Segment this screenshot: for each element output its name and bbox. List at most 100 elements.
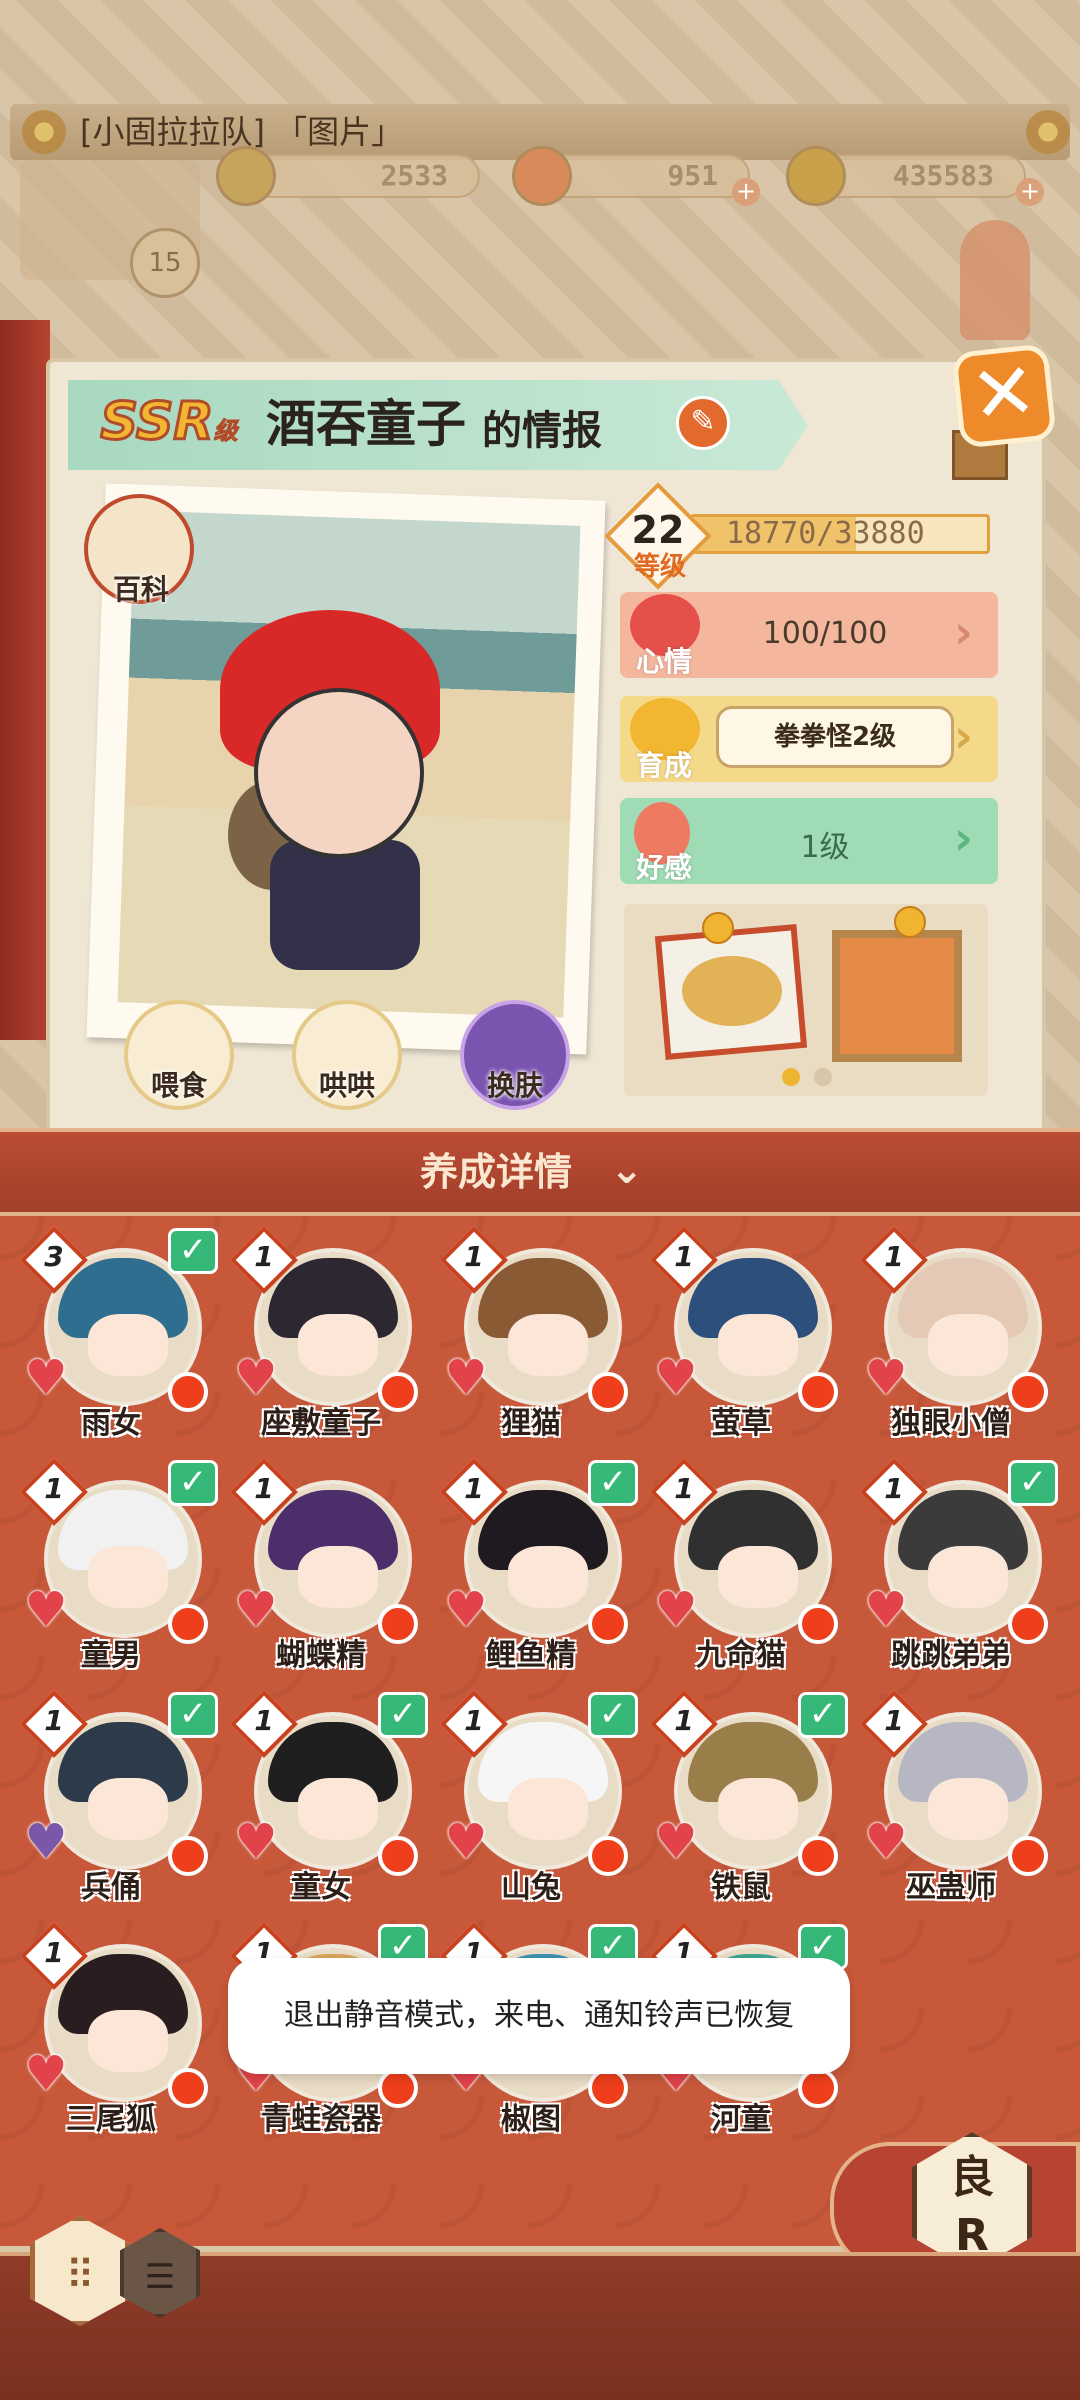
shikigami-card[interactable]: 1 ♥ 蝴蝶精 (226, 1458, 418, 1674)
heart-icon: ♥ (864, 1814, 908, 1870)
chevron-right-icon: › (954, 811, 973, 865)
shikigami-face (928, 1546, 1008, 1608)
shikigami-name: 铁鼠 (711, 1870, 771, 1905)
mood-row[interactable]: 心情 100/100 › (620, 592, 998, 678)
heart-icon: ♥ (24, 1814, 68, 1870)
chevron-down-icon[interactable]: ⌄ (610, 1140, 644, 1200)
shikigami-face (508, 1778, 588, 1840)
shikigami-name: 蝴蝶精 (276, 1638, 366, 1673)
shikigami-level: 1 (674, 1240, 694, 1273)
shikigami-name: 童女 (291, 1870, 351, 1905)
mystery-item-card[interactable] (832, 930, 962, 1062)
shikigami-face (718, 1778, 798, 1840)
add-stamina-button[interactable]: + (732, 178, 760, 206)
check-icon: ✓ (588, 1460, 638, 1506)
flower-icon (1026, 110, 1070, 154)
page-dot-active[interactable] (782, 1068, 800, 1086)
toast-message: 退出静音模式，来电、通知铃声已恢复 (228, 1958, 850, 2074)
shikigami-face (298, 1314, 378, 1376)
shikigami-card[interactable]: 1 ✓ ♥ 鲤鱼精 (436, 1458, 638, 1674)
character-name: 酒吞童子 (266, 395, 466, 453)
shikigami-name: 狸猫 (501, 1406, 561, 1441)
shikigami-name: 雨女 (81, 1406, 141, 1441)
mood-label: 心情 (635, 645, 692, 678)
nurture-label: 育成 (635, 749, 692, 782)
level-label: 等级 (633, 552, 686, 582)
close-button[interactable]: ✕ (951, 343, 1057, 449)
affection-row[interactable]: 好感 1级 › (620, 798, 998, 884)
character-name-suffix: 的情报 (482, 408, 602, 454)
shikigami-level: 1 (44, 1704, 64, 1737)
shikigami-level: 1 (884, 1240, 904, 1273)
shikigami-face (298, 1778, 378, 1840)
shikigami-card[interactable]: 1 ✓ ♥ 山兔 (436, 1690, 638, 1906)
resource-1-bar: 2533 (250, 154, 480, 198)
shikigami-level: 1 (674, 1704, 694, 1737)
shikigami-card[interactable]: 1 ♥ 巫蛊师 (856, 1690, 1048, 1906)
heart-icon: ♥ (864, 1582, 908, 1638)
edit-icon[interactable]: ✎ (676, 396, 730, 450)
shikigami-name: 童男 (81, 1638, 141, 1673)
jade-icon (216, 146, 276, 206)
page-dot[interactable] (814, 1068, 832, 1086)
add-coin-button[interactable]: + (1016, 178, 1044, 206)
player-level-badge: 15 (130, 228, 200, 298)
encyclopedia-label: 百科 (112, 573, 169, 606)
shikigami-face (88, 1546, 168, 1608)
heart-icon: ♥ (654, 1582, 698, 1638)
shikigami-card[interactable]: 3 ✓ ♥ 雨女 (16, 1226, 218, 1442)
shikigami-card[interactable]: 1 ✓ ♥ 跳跳弟弟 (856, 1458, 1058, 1674)
shikigami-name: 座敷童子 (261, 1406, 381, 1441)
check-icon: ✓ (378, 1692, 428, 1738)
shikigami-card[interactable]: 1 ♥ 独眼小僧 (856, 1226, 1048, 1442)
smile-icon (702, 912, 734, 944)
shikigami-face (88, 2010, 168, 2072)
check-icon: ✓ (1008, 1460, 1058, 1506)
heart-icon: ♥ (864, 1350, 908, 1406)
shikigami-card[interactable]: 1 ♥ 三尾狐 (16, 1922, 208, 2138)
check-icon: ✓ (168, 1460, 218, 1506)
heart-icon: ♥ (654, 1350, 698, 1406)
book-spine (0, 320, 50, 1040)
shikigami-face (88, 1314, 168, 1376)
stamina-icon (512, 146, 572, 206)
shikigami-name: 山兔 (501, 1870, 561, 1905)
flower-icon (22, 110, 66, 154)
shikigami-face (928, 1314, 1008, 1376)
shikigami-level: 1 (884, 1704, 904, 1737)
shikigami-card[interactable]: 1 ♥ 狸猫 (436, 1226, 628, 1442)
shikigami-face (718, 1546, 798, 1608)
heart-icon: ♥ (234, 1350, 278, 1406)
coin-icon (786, 146, 846, 206)
shikigami-face (718, 1314, 798, 1376)
shikigami-level: 1 (464, 1240, 484, 1273)
shikigami-face (508, 1314, 588, 1376)
heart-icon: ♥ (234, 1582, 278, 1638)
shikigami-name: 椒图 (501, 2102, 561, 2137)
rarity-badge: SSR级 (84, 374, 254, 470)
shikigami-name: 萤草 (711, 1406, 771, 1441)
smile-icon (894, 906, 926, 938)
heart-icon: ♥ (24, 1350, 68, 1406)
section-title: 养成详情 (420, 1150, 573, 1194)
shikigami-level: 1 (674, 1472, 694, 1505)
shikigami-card[interactable]: 1 ♥ 座敷童子 (226, 1226, 418, 1442)
shikigami-card[interactable]: 1 ✓ ♥ 铁鼠 (646, 1690, 848, 1906)
heart-icon: ♥ (234, 1814, 278, 1870)
affection-value: 1级 (800, 830, 850, 865)
heart-icon: ♥ (444, 1350, 488, 1406)
shikigami-level: 1 (254, 1240, 274, 1273)
carp-streamer-icon (960, 220, 1030, 340)
shikigami-card[interactable]: 1 ✓ ♥ 兵俑 (16, 1690, 218, 1906)
shikigami-card[interactable]: 1 ♥ 萤草 (646, 1226, 838, 1442)
shikigami-card[interactable]: 1 ✓ ♥ 童女 (226, 1690, 428, 1906)
coax-label: 哄哄 (318, 1069, 375, 1102)
feed-label: 喂食 (150, 1069, 207, 1102)
resource-3-bar: 435583 (816, 154, 1026, 198)
check-icon: ✓ (168, 1692, 218, 1738)
shikigami-level: 1 (44, 1936, 64, 1969)
shikigami-card[interactable]: 1 ♥ 九命猫 (646, 1458, 838, 1674)
heart-icon: ♥ (444, 1814, 488, 1870)
shikigami-card[interactable]: 1 ✓ ♥ 童男 (16, 1458, 218, 1674)
character-portrait[interactable] (254, 688, 424, 858)
